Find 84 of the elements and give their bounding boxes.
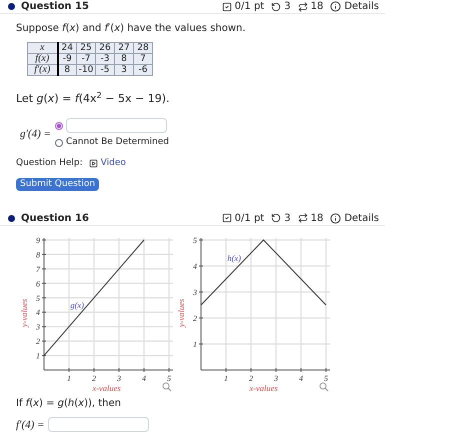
submit-button[interactable]: Submit Question bbox=[16, 178, 100, 190]
question-title: Question 15 bbox=[21, 0, 89, 14]
table-cell: 8 bbox=[58, 64, 76, 76]
table-cell: x bbox=[28, 42, 58, 54]
table-cell: -10 bbox=[76, 64, 96, 76]
info-icon bbox=[330, 1, 342, 12]
tick-label: 4 bbox=[36, 308, 40, 317]
attempts-count: 18 bbox=[310, 0, 324, 14]
table-cell: -7 bbox=[76, 54, 96, 64]
y-axis-label: y-values bbox=[19, 298, 29, 327]
attempts-count: 18 bbox=[310, 212, 324, 226]
tick-label: 3 bbox=[274, 374, 278, 382]
repeat-icon bbox=[298, 2, 308, 12]
tick-label: 4 bbox=[299, 374, 303, 382]
tick-label: 1 bbox=[67, 374, 71, 382]
table-cell: -3 bbox=[96, 54, 114, 64]
x-axis-label: x-values bbox=[92, 382, 121, 392]
checkbox-icon bbox=[222, 2, 232, 12]
tick-label: 4 bbox=[193, 262, 197, 270]
definition-text: Let g(x) = f(4x$^{2}$ − 5x − 19). bbox=[16, 92, 170, 106]
answer-label: g′(4) = bbox=[20, 126, 52, 142]
tick-label: 2 bbox=[249, 374, 253, 382]
tick-label: 4 bbox=[142, 374, 146, 382]
checkbox-icon bbox=[222, 213, 232, 223]
tick-label: 3 bbox=[117, 374, 121, 382]
score-text: 0/1 pt bbox=[234, 212, 264, 226]
retries-count: 3 bbox=[284, 212, 291, 226]
table-cell: 8 bbox=[114, 54, 134, 64]
tick-label: 2 bbox=[36, 336, 40, 346]
answer-field[interactable] bbox=[66, 118, 167, 133]
video-icon bbox=[88, 159, 98, 168]
bullet-icon bbox=[8, 214, 15, 222]
table-cell: 28 bbox=[134, 42, 152, 54]
help-label: Question Help: bbox=[16, 156, 83, 170]
tick-label: 1 bbox=[224, 374, 228, 382]
tick-label: 3 bbox=[36, 322, 40, 332]
details-link[interactable]: Details bbox=[344, 210, 379, 226]
tick-label: 1 bbox=[193, 340, 197, 348]
repeat-icon bbox=[298, 213, 308, 223]
radio-button[interactable] bbox=[55, 138, 63, 147]
tick-label: 6 bbox=[36, 278, 40, 288]
tick-label: 3 bbox=[193, 288, 197, 296]
tick-label: 2 bbox=[92, 374, 96, 382]
answer-label: f′(4) = bbox=[16, 418, 44, 432]
details-link[interactable]: Details bbox=[344, 0, 379, 14]
curve-label: g(x) bbox=[70, 299, 84, 310]
radio-button[interactable] bbox=[55, 122, 63, 130]
x-axis-label: x-values bbox=[249, 382, 278, 392]
tick-label: 5 bbox=[167, 374, 171, 382]
tick-label: 9 bbox=[36, 236, 40, 244]
zoom-icon[interactable] bbox=[162, 382, 172, 391]
table-cell: 25 bbox=[76, 42, 96, 54]
retry-icon bbox=[271, 213, 282, 223]
table-cell: f′(x) bbox=[28, 64, 58, 76]
table-cell: 26 bbox=[96, 42, 114, 54]
info-icon bbox=[330, 212, 342, 224]
option-label: Cannot Be Determined bbox=[66, 136, 169, 149]
prompt-text: If f(x) = g(h(x)), then bbox=[16, 396, 122, 410]
curve-label: h(x) bbox=[227, 252, 241, 262]
retry-icon bbox=[271, 2, 282, 12]
table-cell: 27 bbox=[114, 42, 134, 54]
table-cell: 7 bbox=[134, 54, 152, 64]
question-title: Question 16 bbox=[21, 212, 89, 226]
tick-label: 2 bbox=[193, 314, 197, 322]
tick-label: 1 bbox=[36, 351, 40, 360]
table-cell: -9 bbox=[58, 54, 76, 64]
table-cell: 3 bbox=[114, 64, 134, 76]
video-link[interactable]: Video bbox=[100, 156, 126, 170]
y-axis-label: y-values bbox=[176, 298, 186, 327]
tick-label: 8 bbox=[36, 250, 40, 259]
table-cell: 24 bbox=[58, 42, 76, 54]
bullet-icon bbox=[8, 3, 15, 10]
tick-label: 5 bbox=[324, 374, 328, 382]
answer-field[interactable] bbox=[48, 417, 150, 432]
tick-label: 5 bbox=[193, 236, 197, 244]
score-text: 0/1 pt bbox=[234, 0, 264, 14]
table-cell: -5 bbox=[96, 64, 114, 76]
intro-text: Suppose f(x) and f′(x) have the values shown. bbox=[16, 22, 247, 36]
tick-label: 7 bbox=[36, 264, 40, 274]
zoom-icon[interactable] bbox=[320, 382, 328, 391]
tick-label: 5 bbox=[36, 293, 40, 302]
table-cell: f(x) bbox=[28, 54, 58, 64]
table-cell: -6 bbox=[134, 64, 152, 76]
retries-count: 3 bbox=[284, 0, 291, 14]
